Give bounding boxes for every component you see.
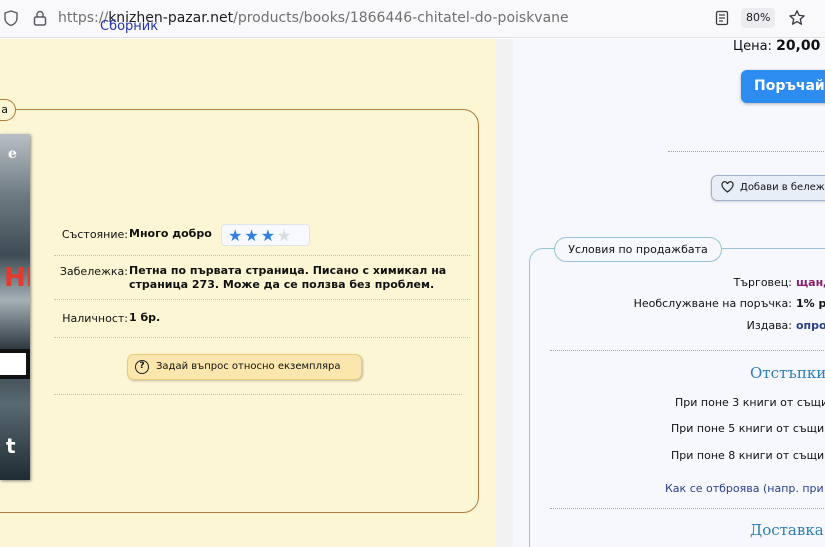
- discounts-title: Отстъпки: [750, 364, 825, 382]
- add-to-favorites-button[interactable]: Добави в бележ: [711, 175, 825, 201]
- ask-question-button[interactable]: ? Задай въпрос относно екземпляра: [127, 354, 362, 380]
- divider: [54, 394, 462, 395]
- help-circle-icon: ?: [135, 360, 149, 374]
- note-label: Забележка:: [59, 265, 128, 278]
- issuer-label: Издава:: [746, 319, 792, 332]
- add-to-favorites-label: Добави в бележ: [740, 182, 825, 193]
- note-value-line1: Петна по първата страница. Писано с хими…: [129, 264, 447, 277]
- non-service-label: Необслужване на поръчка:: [633, 297, 792, 310]
- divider: [550, 508, 825, 509]
- availability-value: 1 бр.: [129, 311, 161, 324]
- issuer-row: Издава:: [560, 319, 792, 333]
- copy-info-table: Състояние: Много добро ★★★★ Забележка: П…: [54, 217, 470, 338]
- zoom-level-button[interactable]: 80%: [741, 8, 776, 28]
- condition-rating: ★★★★: [221, 224, 310, 246]
- lock-icon[interactable]: [33, 10, 47, 26]
- non-service-row: Необслужване на поръчка:: [560, 297, 792, 311]
- discount-item: При поне 8 книги от същи: [671, 449, 825, 462]
- bookmark-star-icon[interactable]: [788, 9, 806, 27]
- price: Цена: 20,00 л: [733, 38, 825, 54]
- book-cover-image[interactable]: e НЕ t: [0, 134, 30, 480]
- divider: [550, 350, 825, 351]
- merchant-row: Търговец:: [560, 276, 792, 290]
- url-path: /products/books/1866446-chitatel-do-pois…: [233, 10, 569, 26]
- merchant-label: Търговец:: [733, 276, 792, 289]
- discount-help-link[interactable]: Как се отброява (напр. при: [665, 482, 824, 495]
- issuer-value[interactable]: опро: [796, 319, 825, 332]
- discount-item: При поне 3 книги от същи: [675, 396, 825, 409]
- cover-graphic: [0, 349, 30, 379]
- availability-label: Наличност:: [62, 312, 128, 325]
- merchant-value[interactable]: щанд: [796, 276, 825, 289]
- condition-label: Състояние:: [61, 228, 128, 241]
- price-value: 20,00 л: [776, 38, 825, 54]
- discount-item: При поне 5 книги от същи: [671, 422, 825, 435]
- category-link[interactable]: Сборник: [100, 19, 158, 34]
- rating-stars-filled: ★★★: [228, 226, 278, 245]
- cover-text-bottom: t: [6, 434, 16, 458]
- sale-conditions-legend: Условия по продажбата: [554, 237, 722, 262]
- cover-text-title: НЕ: [4, 263, 30, 293]
- availability-row: Наличност: 1 бр.: [54, 300, 470, 338]
- ask-question-label: Задай въпрос относно екземпляра: [156, 361, 341, 372]
- order-button[interactable]: Поръчай: [741, 70, 825, 103]
- divider: [668, 151, 825, 152]
- cover-text-top: e: [8, 146, 17, 162]
- price-label: Цена:: [733, 39, 772, 54]
- tracking-shield-icon[interactable]: [2, 9, 20, 27]
- heart-icon: [721, 181, 734, 193]
- delivery-title: Доставка: [750, 521, 824, 539]
- reader-view-icon[interactable]: [714, 10, 730, 26]
- note-row: Забележка: Петна по първата страница. Пи…: [54, 256, 470, 300]
- condition-row: Състояние: Много добро ★★★★: [54, 217, 470, 256]
- non-service-value: 1% р: [796, 297, 825, 310]
- note-value-line2: страница 273. Може да се ползва без проб…: [129, 278, 435, 291]
- rating-stars-empty: ★: [277, 226, 294, 245]
- condition-value: Много добро: [129, 227, 212, 240]
